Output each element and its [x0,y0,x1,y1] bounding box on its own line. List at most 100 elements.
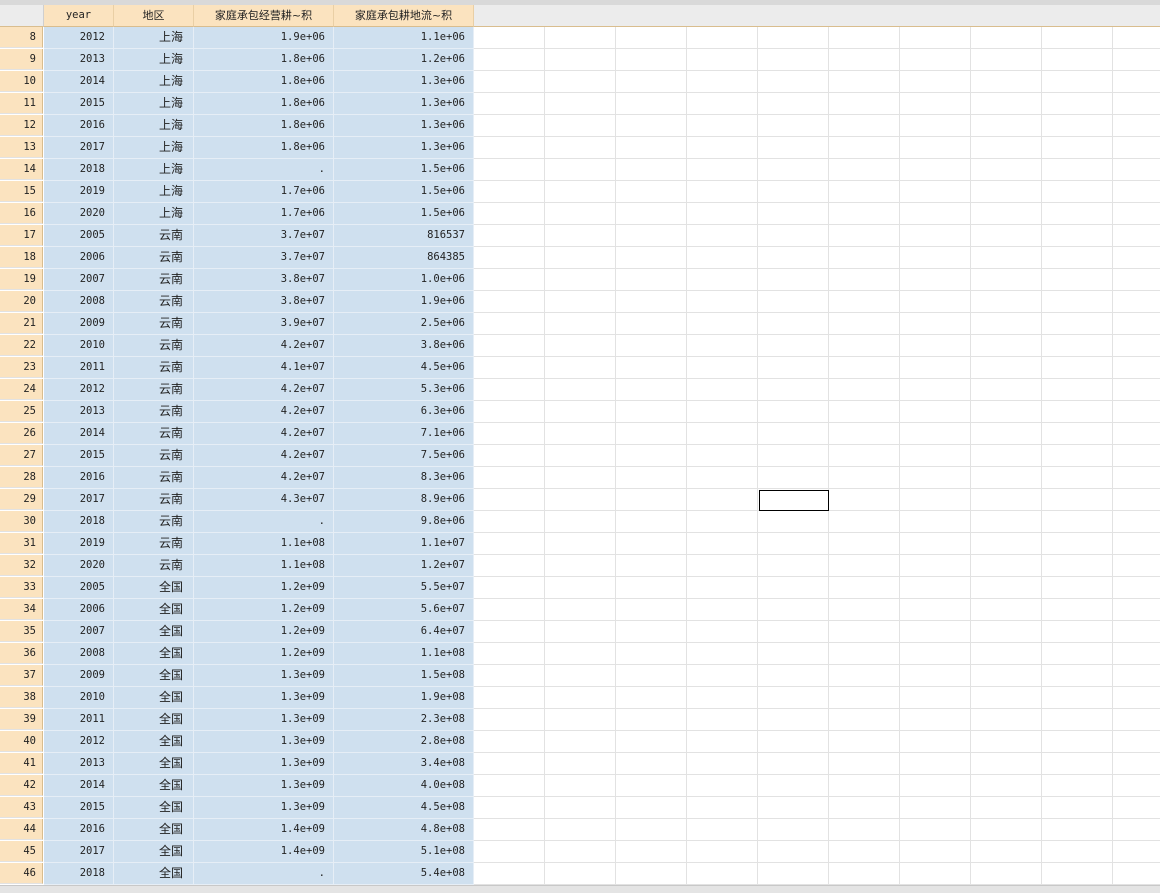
empty-cell[interactable] [1113,115,1160,137]
empty-cell[interactable] [971,357,1042,379]
empty-cell[interactable] [829,423,900,445]
empty-cell[interactable] [474,313,545,335]
empty-cell[interactable] [758,49,829,71]
empty-cell[interactable] [1113,819,1160,841]
empty-cell[interactable] [900,269,971,291]
empty-cell[interactable] [545,93,616,115]
empty-cell[interactable] [1113,599,1160,621]
empty-cell[interactable] [1113,313,1160,335]
empty-cell[interactable] [1113,709,1160,731]
cell-region[interactable]: 全国 [114,731,194,753]
cell-year[interactable]: 2016 [44,819,114,841]
empty-cell[interactable] [687,577,758,599]
cell-region[interactable]: 云南 [114,555,194,577]
row-number[interactable]: 15 [0,181,43,202]
empty-cell[interactable] [1113,445,1160,467]
empty-cell[interactable] [900,423,971,445]
empty-cell[interactable] [687,687,758,709]
cell-transfer-area[interactable]: 1.3e+06 [334,137,474,159]
empty-cell[interactable] [829,775,900,797]
empty-cell[interactable] [758,863,829,885]
cell-transfer-area[interactable]: 4.8e+08 [334,819,474,841]
empty-cell[interactable] [900,731,971,753]
empty-cell[interactable] [616,753,687,775]
cell-contract-area[interactable]: 4.2e+07 [194,335,334,357]
cell-transfer-area[interactable]: 1.5e+06 [334,159,474,181]
empty-cell[interactable] [687,423,758,445]
empty-cell[interactable] [1113,555,1160,577]
row-number[interactable]: 28 [0,467,43,488]
cell-region[interactable]: 全国 [114,819,194,841]
empty-cell[interactable] [1042,643,1113,665]
empty-cell[interactable] [687,335,758,357]
empty-cell[interactable] [687,401,758,423]
cell-transfer-area[interactable]: 7.5e+06 [334,445,474,467]
empty-cell[interactable] [545,445,616,467]
empty-cell[interactable] [687,797,758,819]
empty-cell[interactable] [900,753,971,775]
empty-cell[interactable] [758,27,829,49]
cell-region[interactable]: 全国 [114,621,194,643]
empty-cell[interactable] [545,115,616,137]
empty-cell[interactable] [758,599,829,621]
empty-cell[interactable] [1113,489,1160,511]
column-header-contract-area[interactable]: 家庭承包经营耕~积 [194,5,334,27]
empty-cell[interactable] [545,841,616,863]
empty-cell[interactable] [971,731,1042,753]
empty-cell[interactable] [758,335,829,357]
empty-cell[interactable] [474,93,545,115]
empty-cell[interactable] [758,401,829,423]
empty-cell[interactable] [616,137,687,159]
empty-cell[interactable] [1113,577,1160,599]
empty-cell[interactable] [829,555,900,577]
cell-region[interactable]: 云南 [114,247,194,269]
cell-contract-area[interactable]: 1.3e+09 [194,775,334,797]
cell-transfer-area[interactable]: 1.5e+06 [334,203,474,225]
cell-contract-area[interactable]: 3.9e+07 [194,313,334,335]
empty-cell[interactable] [971,841,1042,863]
cell-contract-area[interactable]: 1.3e+09 [194,687,334,709]
cell-contract-area[interactable]: 1.2e+09 [194,599,334,621]
cell-year[interactable]: 2012 [44,731,114,753]
empty-cell[interactable] [687,753,758,775]
empty-cell[interactable] [758,841,829,863]
cell-region[interactable]: 云南 [114,269,194,291]
cell-contract-area[interactable]: 1.8e+06 [194,115,334,137]
empty-cell[interactable] [758,643,829,665]
empty-cell[interactable] [545,181,616,203]
cell-region[interactable]: 全国 [114,643,194,665]
empty-cell[interactable] [1113,203,1160,225]
empty-cell[interactable] [1113,665,1160,687]
cell-year[interactable]: 2015 [44,93,114,115]
empty-cell[interactable] [1042,511,1113,533]
empty-cell[interactable] [758,181,829,203]
cell-contract-area[interactable]: 1.4e+09 [194,841,334,863]
empty-cell[interactable] [900,335,971,357]
cell-region[interactable]: 云南 [114,511,194,533]
row-number[interactable]: 13 [0,137,43,158]
cell-transfer-area[interactable]: 1.2e+06 [334,49,474,71]
empty-cell[interactable] [971,709,1042,731]
cell-region[interactable]: 全国 [114,599,194,621]
empty-cell[interactable] [687,841,758,863]
cell-transfer-area[interactable]: 1.1e+06 [334,27,474,49]
empty-cell[interactable] [1042,797,1113,819]
empty-cell[interactable] [687,445,758,467]
cell-year[interactable]: 2019 [44,533,114,555]
empty-cell[interactable] [900,511,971,533]
empty-cell[interactable] [1113,225,1160,247]
empty-cell[interactable] [1113,511,1160,533]
empty-cell[interactable] [1042,665,1113,687]
cell-year[interactable]: 2020 [44,555,114,577]
empty-cell[interactable] [1042,753,1113,775]
empty-cell[interactable] [1042,467,1113,489]
empty-cell[interactable] [900,203,971,225]
empty-cell[interactable] [971,291,1042,313]
empty-cell[interactable] [1113,423,1160,445]
empty-cell[interactable] [758,269,829,291]
cell-contract-area[interactable]: 1.8e+06 [194,49,334,71]
empty-cell[interactable] [474,687,545,709]
empty-cell[interactable] [616,687,687,709]
empty-cell[interactable] [616,247,687,269]
empty-cell[interactable] [900,841,971,863]
